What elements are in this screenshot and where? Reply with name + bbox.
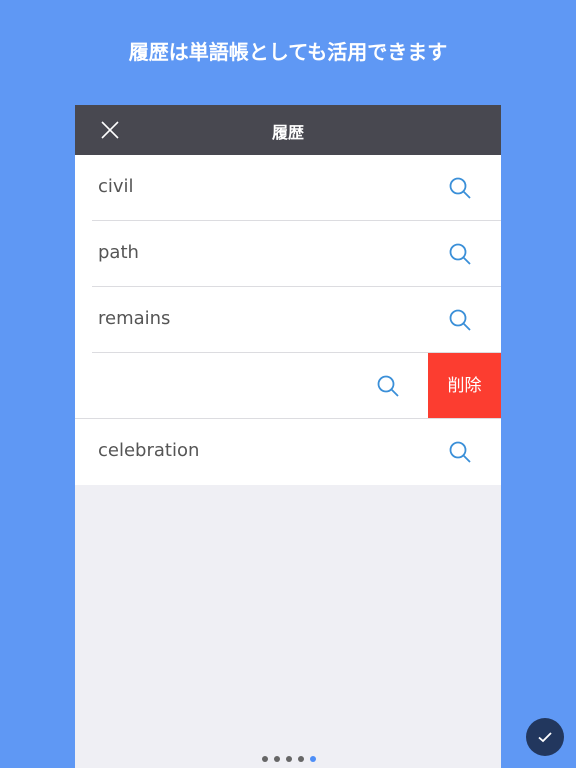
page-dot[interactable] bbox=[274, 756, 280, 762]
header: 履歴 bbox=[75, 105, 501, 155]
page-dot[interactable] bbox=[262, 756, 268, 762]
search-icon[interactable] bbox=[448, 440, 472, 464]
list-item[interactable]: remains bbox=[75, 287, 501, 353]
word-label: path bbox=[98, 242, 139, 263]
history-panel: 履歴 civil path remains usion 削除 celebrati… bbox=[75, 105, 501, 768]
page-dot[interactable] bbox=[298, 756, 304, 762]
headline: 履歴は単語帳としても活用できます bbox=[128, 40, 448, 64]
search-icon[interactable] bbox=[448, 176, 472, 200]
list-item[interactable]: civil bbox=[75, 155, 501, 221]
row-content: usion bbox=[75, 353, 429, 418]
page-dot-active[interactable] bbox=[310, 756, 316, 762]
page-title: 履歴 bbox=[271, 123, 304, 142]
search-icon[interactable] bbox=[448, 308, 472, 332]
row-content: path bbox=[75, 221, 501, 287]
word-label: civil bbox=[98, 176, 134, 197]
list-item[interactable]: celebration bbox=[75, 419, 501, 485]
row-content: civil bbox=[75, 155, 501, 221]
row-content: remains bbox=[75, 287, 501, 353]
delete-button[interactable]: 削除 bbox=[428, 353, 501, 418]
page-indicator bbox=[262, 756, 316, 762]
list-item[interactable]: usion 削除 bbox=[75, 353, 501, 419]
history-list: civil path remains usion 削除 celebration bbox=[75, 155, 501, 485]
check-icon bbox=[538, 732, 552, 743]
word-label: remains bbox=[98, 308, 171, 329]
page-dot[interactable] bbox=[286, 756, 292, 762]
search-icon[interactable] bbox=[376, 374, 400, 398]
word-label: celebration bbox=[98, 440, 200, 461]
done-button[interactable] bbox=[526, 718, 564, 756]
list-item[interactable]: path bbox=[75, 221, 501, 287]
row-content: celebration bbox=[75, 419, 501, 485]
search-icon[interactable] bbox=[448, 242, 472, 266]
